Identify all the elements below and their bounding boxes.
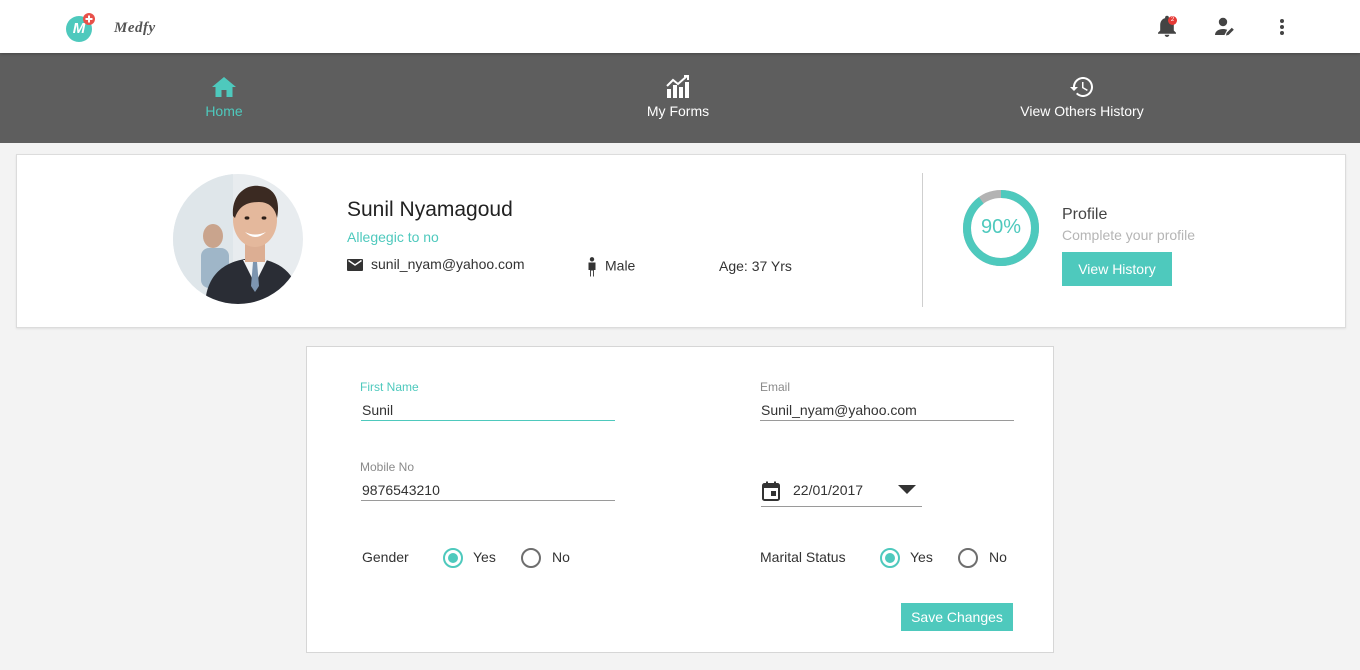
profile-edit-form: First Name Email Mobile No 22/01/2017 Ge… bbox=[306, 346, 1054, 653]
mobile-field[interactable] bbox=[361, 479, 615, 501]
main-navigation: Home My Forms View Others History bbox=[0, 53, 1360, 143]
profile-status-title: Profile bbox=[1062, 206, 1108, 223]
mobile-label: Mobile No bbox=[360, 460, 415, 474]
gender-label: Gender bbox=[362, 549, 409, 565]
top-app-bar: M Medfy 2 bbox=[0, 0, 1360, 53]
completion-percent: 90% bbox=[980, 216, 1022, 238]
card-divider bbox=[922, 173, 923, 307]
medfy-logo[interactable]: M bbox=[66, 13, 95, 42]
chart-icon bbox=[666, 75, 689, 98]
nav-tab-label: View Others History bbox=[1020, 103, 1144, 119]
email-label: Email bbox=[760, 380, 791, 394]
avatar-photo bbox=[173, 174, 303, 304]
gender-no-label[interactable]: No bbox=[552, 549, 570, 565]
calendar-icon bbox=[762, 481, 780, 501]
notification-badge: 2 bbox=[1168, 16, 1177, 25]
view-history-button[interactable]: View History bbox=[1062, 252, 1172, 286]
brand-name: Medfy bbox=[114, 20, 156, 36]
first-name-field[interactable] bbox=[361, 399, 615, 421]
gender-info: Male bbox=[587, 257, 635, 277]
dropdown-arrow-icon bbox=[898, 485, 916, 494]
nav-tab-label: Home bbox=[205, 103, 243, 119]
mail-icon bbox=[347, 258, 363, 271]
marital-status-label: Marital Status bbox=[760, 549, 846, 565]
more-options-button[interactable] bbox=[1270, 14, 1294, 40]
first-name-label: First Name bbox=[360, 380, 419, 394]
gender-text: Male bbox=[605, 257, 636, 274]
notifications-button[interactable]: 2 bbox=[1155, 14, 1179, 40]
date-picker[interactable]: 22/01/2017 bbox=[761, 477, 922, 507]
history-icon bbox=[1070, 77, 1093, 97]
person-icon bbox=[588, 257, 596, 277]
marital-yes-label[interactable]: Yes bbox=[910, 549, 933, 565]
nav-tab-home[interactable]: Home bbox=[174, 75, 274, 119]
marital-no-label[interactable]: No bbox=[989, 549, 1007, 565]
gender-yes-label[interactable]: Yes bbox=[473, 549, 496, 565]
profile-edit-button[interactable] bbox=[1213, 14, 1237, 40]
email-field[interactable] bbox=[760, 399, 1014, 421]
email-text: sunil_nyam@yahoo.com bbox=[371, 256, 525, 272]
logo-plus-icon bbox=[83, 13, 95, 25]
gender-no-radio[interactable] bbox=[521, 548, 541, 568]
marital-yes-radio[interactable] bbox=[880, 548, 900, 568]
avatar bbox=[173, 174, 303, 304]
age-value: 37 Yrs bbox=[751, 258, 792, 274]
age-info: Age: 37 Yrs bbox=[719, 258, 792, 274]
date-value: 22/01/2017 bbox=[793, 482, 864, 498]
gender-yes-radio[interactable] bbox=[443, 548, 463, 568]
email-info: sunil_nyam@yahoo.com bbox=[347, 256, 525, 272]
age-label: Age: bbox=[719, 258, 748, 274]
save-changes-button[interactable]: Save Changes bbox=[901, 603, 1013, 631]
user-edit-icon bbox=[1215, 17, 1234, 36]
marital-no-radio[interactable] bbox=[958, 548, 978, 568]
more-vertical-icon bbox=[1280, 19, 1284, 35]
home-icon bbox=[212, 77, 236, 97]
profile-summary-card: Sunil Nyamagoud Allegegic to no sunil_ny… bbox=[16, 154, 1346, 328]
nav-tab-view-others-history[interactable]: View Others History bbox=[1007, 75, 1157, 119]
patient-name: Sunil Nyamagoud bbox=[347, 198, 513, 221]
profile-status-subtitle: Complete your profile bbox=[1062, 227, 1196, 243]
nav-tab-my-forms[interactable]: My Forms bbox=[618, 75, 738, 119]
nav-tab-label: My Forms bbox=[646, 103, 710, 119]
allergy-status: Allegegic to no bbox=[347, 229, 439, 245]
